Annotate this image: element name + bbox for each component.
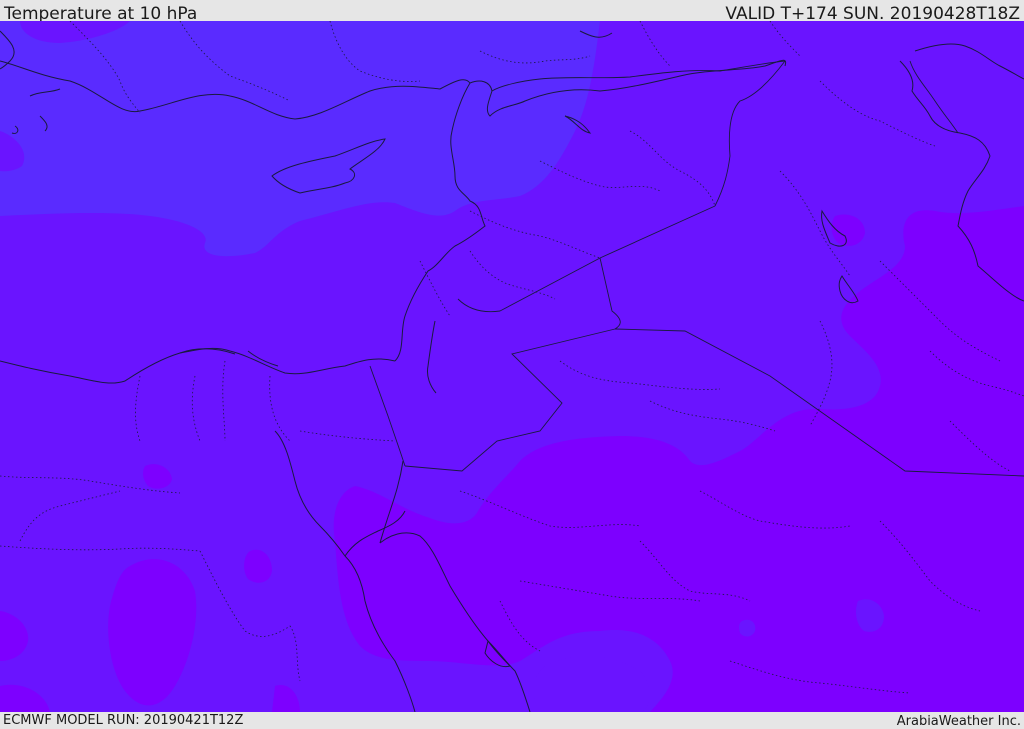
model-run-label: ECMWF MODEL RUN: 20190421T12Z [3,713,244,728]
map-canvas [0,21,1024,712]
weather-map-figure: Temperature at 10 hPa VALID T+174 SUN. 2… [0,0,1024,729]
temperature-map [0,21,1024,712]
temperature-field-mid-pocket [738,619,756,637]
map-footer: ECMWF MODEL RUN: 20190421T12Z ArabiaWeat… [0,712,1024,729]
map-header: Temperature at 10 hPa VALID T+174 SUN. 2… [0,0,1024,24]
credit-label: ArabiaWeather Inc. [896,714,1021,729]
